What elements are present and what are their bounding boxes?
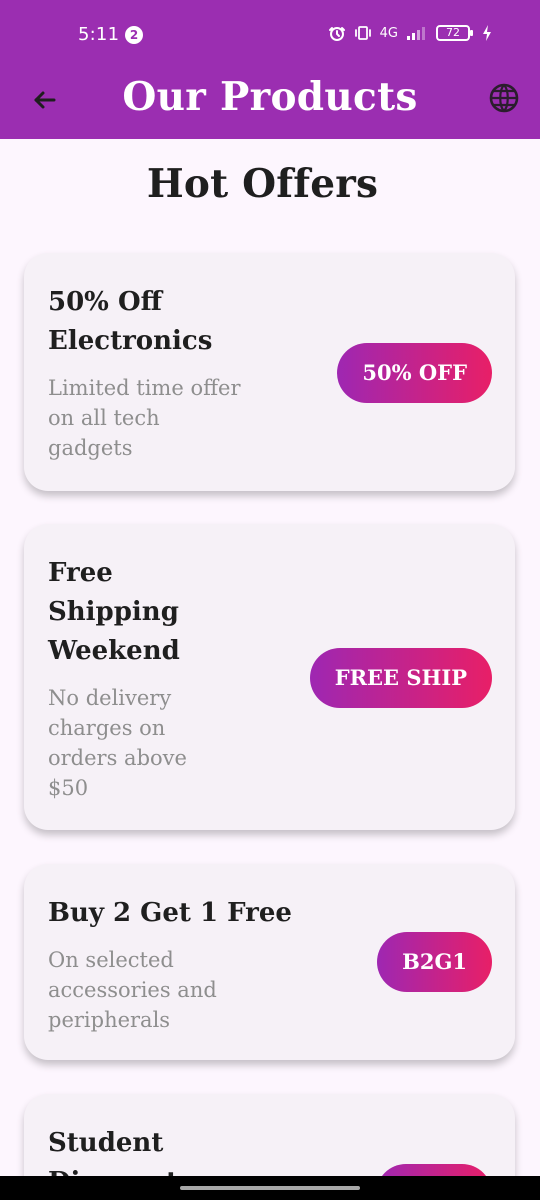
offer-text: Free Shipping Weekend No delivery charge… xyxy=(48,554,187,803)
offer-card-electronics[interactable]: 50% Off Electronics Limited time offer o… xyxy=(24,253,515,491)
offer-description: On selected accessories and peripherals xyxy=(48,948,217,1032)
offer-badge[interactable]: 50% OFF xyxy=(337,343,492,403)
offer-badge[interactable]: FREE SHIP xyxy=(309,648,492,708)
status-time: 5:11 xyxy=(78,24,120,45)
network-4g-icon: 4G xyxy=(379,25,398,41)
hot-offers-title: Hot Offers xyxy=(146,161,379,207)
offer-badge[interactable]: B2G1 xyxy=(377,932,492,992)
offer-text: Buy 2 Get 1 Free On selected accessories… xyxy=(48,894,292,1035)
offer-card-buy-two-get-one[interactable]: Buy 2 Get 1 Free On selected accessories… xyxy=(24,864,515,1060)
offer-title: 50% Off Electronics xyxy=(48,287,213,356)
notification-count-badge: 2 xyxy=(125,26,143,44)
status-icons: 4G 72 xyxy=(328,24,496,42)
signal-strength-icon xyxy=(406,24,428,42)
vibrate-icon xyxy=(354,24,372,42)
language-button[interactable] xyxy=(486,80,522,116)
offer-description: No delivery charges on orders above $50 xyxy=(48,686,187,800)
battery-icon: 72 xyxy=(436,25,473,41)
offer-title: Buy 2 Get 1 Free xyxy=(48,898,292,928)
gesture-handle[interactable] xyxy=(180,1186,360,1190)
globe-icon xyxy=(488,82,520,114)
offer-description: Limited time offer on all tech gadgets xyxy=(48,376,241,460)
charging-icon xyxy=(478,24,496,42)
offer-title: Free Shipping Weekend xyxy=(48,558,180,666)
offer-text: 50% Off Electronics Limited time offer o… xyxy=(48,283,240,463)
status-bar: 5:11 2 4G 72 xyxy=(0,0,540,70)
offer-card-free-shipping[interactable]: Free Shipping Weekend No delivery charge… xyxy=(24,524,515,830)
alarm-icon xyxy=(328,24,346,42)
main-content: Hot Offers 50% Off Electronics Limited t… xyxy=(0,139,540,1200)
system-navigation-bar xyxy=(0,1176,540,1200)
app-bar: Our Products xyxy=(0,70,540,139)
page-title: Our Products xyxy=(122,74,418,120)
